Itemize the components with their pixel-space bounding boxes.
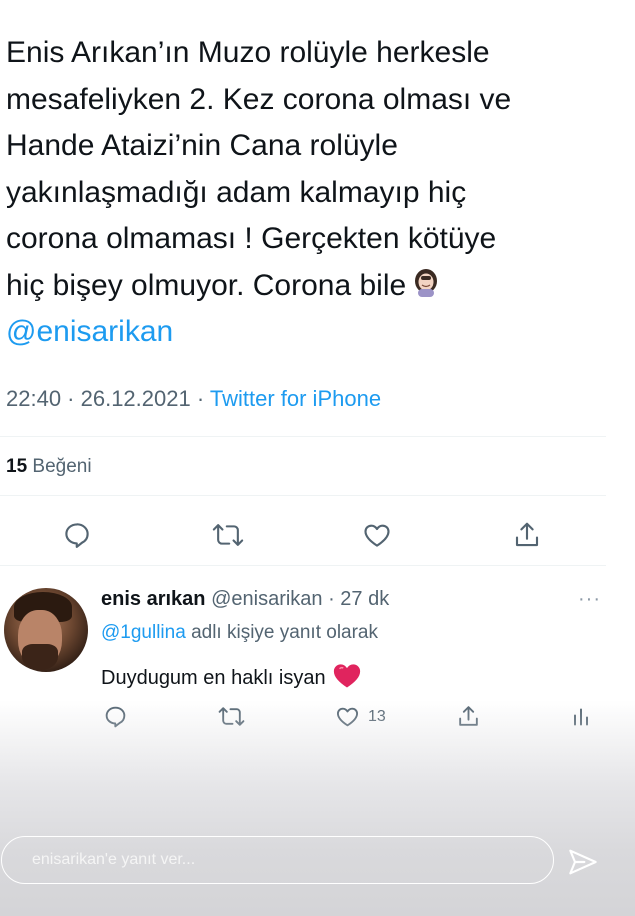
retweet-icon <box>212 524 244 546</box>
tweet-source-link[interactable]: Twitter for iPhone <box>210 386 381 411</box>
tweet-text-line: corona olmaması ! Gerçekten kötüye <box>6 222 497 255</box>
tweet-text-line: Enis Arıkan’ın Muzo rolüyle herkesle <box>6 36 490 69</box>
tweet-text-line-with-emoji: hiç bişey olmuyor. Corona bile <box>6 263 606 310</box>
reply-display-name[interactable]: enis arıkan <box>101 588 206 610</box>
reply-text: Duydugum en haklı isyan <box>101 661 362 690</box>
tweet-text: Enis Arıkan’ın Muzo rolüyle herkesle mes… <box>6 30 606 356</box>
divider <box>0 436 606 437</box>
tweet-text-line: mesafeliyken 2. Kez corona olması ve <box>6 82 512 116</box>
likes-number: 15 <box>6 456 28 477</box>
tweet-text-line: yakınlaşmadığı adam kalmayıp hiç <box>6 175 467 209</box>
send-button[interactable] <box>566 846 600 883</box>
send-icon <box>569 849 597 875</box>
share-icon <box>515 522 539 547</box>
tweet-mention-link[interactable]: @enisarikan <box>6 309 606 356</box>
reply-to-mention-link[interactable]: @1gullina <box>101 622 186 643</box>
woman-facepalm-emoji-icon <box>415 268 438 297</box>
reply-to-suffix: adlı kişiye yanıt olarak <box>185 622 378 643</box>
reply-avatar[interactable] <box>4 588 88 672</box>
share-button[interactable] <box>512 520 542 550</box>
like-button[interactable] <box>362 520 392 550</box>
story-reply-input[interactable] <box>1 836 554 884</box>
tweet-text-line: hiç bişey olmuyor. Corona bile <box>6 268 407 302</box>
retweet-button[interactable] <box>212 520 244 550</box>
likes-count[interactable]: 15 Beğeni <box>6 456 92 478</box>
divider <box>0 565 606 566</box>
tweet-timestamp: 22:40 · 26.12.2021 · Twitter for iPhone <box>6 386 381 412</box>
red-heart-emoji-icon <box>333 664 360 688</box>
reply-icon <box>65 523 89 548</box>
divider <box>0 495 606 496</box>
reply-text-content: Duydugum en haklı isyan <box>101 667 326 689</box>
reply-author[interactable]: enis arıkan @enisarikan · 27 dk <box>101 588 389 611</box>
tweet-text-line: Hande Ataizi’nin Cana rolüyle <box>6 129 398 162</box>
like-icon <box>364 524 390 547</box>
reply-button[interactable] <box>62 520 92 550</box>
reply-handle-time: @enisarikan · 27 dk <box>205 588 390 610</box>
more-options-button[interactable]: ··· <box>578 588 601 611</box>
likes-label: Beğeni <box>27 456 92 477</box>
tweet-time: 22:40 · 26.12.2021 · <box>6 386 210 411</box>
reply-to-label: @1gullina adlı kişiye yanıt olarak <box>101 622 378 644</box>
